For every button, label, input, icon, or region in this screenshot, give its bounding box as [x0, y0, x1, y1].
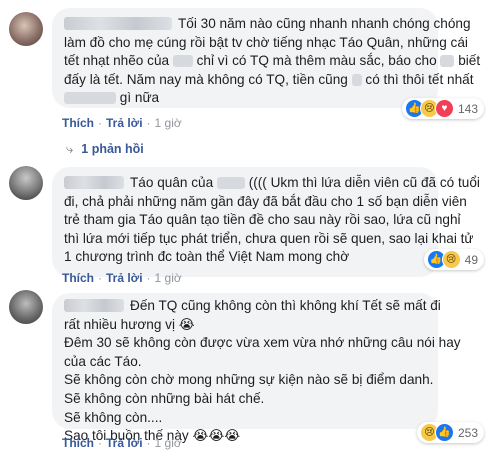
reaction-count: 49: [464, 252, 478, 267]
commenter-name-redacted[interactable]: [64, 176, 124, 189]
comment-text: làm đồ cho mẹ cúng rồi bật tv chờ tiếng …: [64, 34, 468, 50]
comment-text: rất nhiều hương vị: [64, 316, 175, 332]
comment-text: biết: [458, 53, 481, 69]
comment-text: Sẽ không còn....: [64, 409, 163, 425]
redacted-text: [64, 92, 116, 105]
like-icon: 👍: [434, 423, 454, 442]
reaction-summary[interactable]: 👍 😢 ♥ 143: [401, 98, 484, 119]
reaction-summary[interactable]: 😢 👍 253: [416, 422, 484, 443]
reply-link[interactable]: Trả lời: [106, 436, 143, 450]
avatar[interactable]: [9, 166, 43, 200]
avatar[interactable]: [9, 12, 43, 46]
comment-bubble: Táo quân của (((( Ukm thì lứa diễn viên …: [52, 167, 480, 277]
comment-text: trẻ tham gia Táo quân tạo tiền đề cho sa…: [64, 212, 461, 228]
comment-text: đi, chả phải những năm gần đây đã bắt đầ…: [64, 193, 467, 209]
comment-text: Táo quân của: [130, 175, 214, 190]
comment-actions: Thích · Trả lời · 1 giờ: [62, 116, 182, 130]
comment-text: Sẽ không còn chờ mong những sự kiện nào …: [64, 372, 434, 388]
like-link[interactable]: Thích: [62, 436, 94, 450]
comment-text: của các Táo.: [64, 353, 142, 369]
crying-emoji: 😭: [178, 316, 195, 332]
reaction-summary[interactable]: 👍 😢 49: [423, 249, 484, 270]
comment-text: Sẽ không còn những bài hát chế.: [64, 390, 265, 406]
comment-text: Đêm 30 sẽ không còn được vừa xem vừa nhớ…: [64, 335, 461, 351]
sad-icon: 😢: [441, 250, 461, 269]
reply-link[interactable]: Trả lời: [106, 116, 143, 130]
commenter-name-redacted[interactable]: [64, 17, 172, 30]
comment-bubble: Tối 30 năm nào cũng nhanh nhanh chóng ch…: [52, 8, 480, 108]
replies-count-label: 1 phản hồi: [81, 142, 144, 156]
comment-text: gì nữa: [119, 90, 160, 106]
comment-text: đấy là tết. Năm nay mà không có TQ, tiền…: [64, 71, 348, 87]
comment-text: (((( Ukm thì lứa diễn viên cũ đã có tuổi: [248, 175, 480, 190]
comment-text: tết nhạt nhẽo của: [64, 53, 170, 69]
timestamp[interactable]: 1 giờ: [155, 436, 182, 450]
reaction-count: 143: [457, 101, 478, 116]
view-replies-link[interactable]: ⤷ 1 phản hồi: [66, 141, 144, 157]
redacted-text: [216, 177, 245, 189]
like-link[interactable]: Thích: [62, 271, 94, 285]
comment-text: thì lứa mới tiếp tục phát triển, chưa qu…: [64, 230, 474, 246]
reply-link[interactable]: Trả lời: [106, 271, 143, 285]
reaction-count: 253: [457, 425, 478, 440]
comment-actions: Thích · Trả lời · 1 giờ: [62, 436, 182, 450]
comment-actions: Thích · Trả lời · 1 giờ: [62, 271, 182, 285]
reply-arrow-icon: ⤷: [66, 141, 74, 156]
timestamp[interactable]: 1 giờ: [155, 271, 182, 285]
comment-text: 1 chương trình đc toàn thể Việt Nam mong…: [64, 249, 350, 265]
comment-bubble: Đến TQ cũng không còn thì không khí Tết …: [52, 293, 461, 443]
avatar[interactable]: [9, 290, 43, 324]
redacted-text: [440, 55, 455, 68]
comment-text: Tối 30 năm nào cũng nhanh nhanh chóng ch…: [178, 16, 471, 31]
redacted-text: [351, 73, 362, 86]
comment-text: Đến TQ cũng không còn thì không khí Tết …: [130, 298, 441, 313]
timestamp[interactable]: 1 giờ: [155, 116, 182, 130]
commenter-name-redacted[interactable]: [64, 299, 124, 312]
redacted-text: [172, 55, 193, 68]
like-link[interactable]: Thích: [62, 116, 94, 130]
crying-emoji: 😭😭😭: [192, 428, 241, 444]
comment-text: chỉ vì có TQ mà thêm màu sắc, báo cho: [196, 53, 437, 69]
love-icon: ♥: [434, 99, 454, 118]
comment-text: có thì thôi tết nhất: [365, 71, 474, 87]
